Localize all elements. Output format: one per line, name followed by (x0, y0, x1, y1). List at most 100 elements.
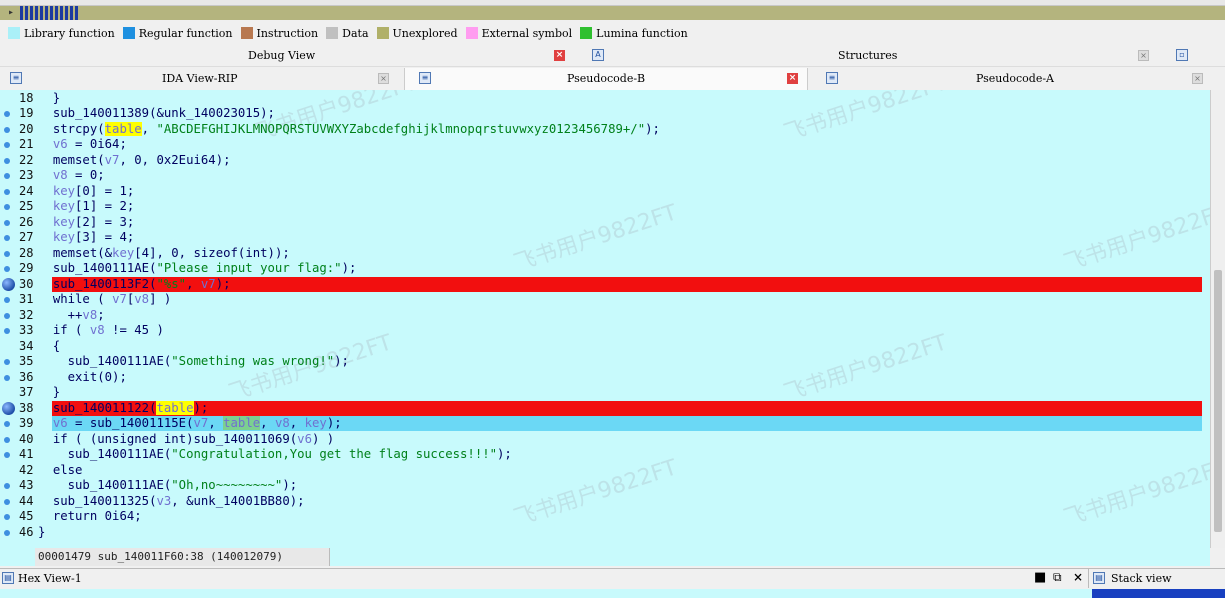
line-dot-icon[interactable] (4, 142, 10, 148)
line-dot-icon[interactable] (4, 173, 10, 179)
code-line[interactable]: 26 key[2] = 3; (0, 215, 1210, 230)
tab-pseudocode-b-active[interactable]: ≡ Pseudocode-B × (404, 68, 808, 90)
code-line[interactable]: 39 v6 = sub_14001115E(v7, table, v8, key… (0, 416, 1210, 432)
gutter[interactable]: 31 (0, 292, 36, 307)
gutter[interactable]: 21 (0, 137, 36, 152)
close-icon[interactable]: × (1192, 73, 1203, 84)
line-dot-icon[interactable] (4, 111, 10, 117)
tab-pseudocode-a[interactable]: Pseudocode-A (976, 72, 1054, 85)
code-line[interactable]: 36 exit(0); (0, 370, 1210, 385)
gutter[interactable]: 43 (0, 478, 36, 493)
line-dot-icon[interactable] (4, 436, 10, 443)
close-icon[interactable]: × (787, 73, 798, 84)
breakpoint-icon[interactable] (2, 401, 15, 415)
vertical-scrollbar[interactable] (1210, 90, 1225, 548)
code-line[interactable]: 23 v8 = 0; (0, 168, 1210, 183)
gutter[interactable]: 41 (0, 447, 36, 462)
gutter[interactable]: 23 (0, 168, 36, 183)
line-dot-icon[interactable] (4, 157, 10, 164)
scrollbar-thumb[interactable] (1214, 270, 1222, 532)
line-dot-icon[interactable] (4, 483, 10, 489)
gutter[interactable]: 24 (0, 184, 36, 199)
line-dot-icon[interactable] (4, 204, 10, 210)
maximize-icon[interactable]: ■ (1034, 570, 1046, 585)
code-line[interactable]: 46} (0, 525, 1210, 540)
line-dot-icon[interactable] (4, 235, 10, 241)
code-line[interactable]: 22 memset(v7, 0, 0x2Eui64); (0, 153, 1210, 168)
gutter[interactable]: 38 (0, 401, 36, 416)
close-icon[interactable]: × (378, 73, 389, 84)
close-icon[interactable]: × (1138, 50, 1149, 61)
line-dot-icon[interactable] (4, 514, 10, 520)
gutter[interactable]: 34 (0, 339, 36, 354)
code-line[interactable]: 18 } (0, 91, 1210, 106)
line-dot-icon[interactable] (4, 374, 10, 381)
gutter[interactable]: 25 (0, 199, 36, 214)
gutter[interactable]: 29 (0, 261, 36, 276)
line-dot-icon[interactable] (4, 126, 10, 133)
tab-debug-view[interactable]: Debug View (248, 49, 315, 62)
line-dot-icon[interactable] (4, 452, 10, 458)
line-dot-icon[interactable] (4, 359, 10, 365)
line-dot-icon[interactable] (4, 266, 10, 272)
line-dot-icon[interactable] (4, 328, 10, 334)
code-line[interactable]: 45 return 0i64; (0, 509, 1210, 524)
float-icon[interactable]: ⧉ (1053, 570, 1062, 585)
code-line[interactable]: 35 sub_1400111AE("Something was wrong!")… (0, 354, 1210, 369)
code-line[interactable]: 38 sub_140011122(table); (0, 400, 1210, 416)
gutter[interactable]: 36 (0, 370, 36, 385)
gutter[interactable]: 30 (0, 277, 36, 292)
code-line[interactable]: 24 key[0] = 1; (0, 184, 1210, 199)
line-dot-icon[interactable] (4, 312, 10, 319)
code-line[interactable]: 27 key[3] = 4; (0, 230, 1210, 245)
code-line[interactable]: 34 { (0, 339, 1210, 354)
line-dot-icon[interactable] (4, 188, 10, 195)
code-line[interactable]: 29 sub_1400111AE("Please input your flag… (0, 261, 1210, 276)
code-line[interactable]: 30 sub_1400113F2("%s", v7); (0, 276, 1210, 292)
code-line[interactable]: 33 if ( v8 != 45 ) (0, 323, 1210, 338)
restore-icon[interactable]: ▫ (1176, 49, 1188, 61)
tab-ida-view[interactable]: IDA View-RIP (162, 72, 238, 85)
code-line[interactable]: 28 memset(&key[4], 0, sizeof(int)); (0, 246, 1210, 261)
tab-stack-view[interactable]: Stack view (1111, 572, 1172, 585)
code-line[interactable]: 25 key[1] = 2; (0, 199, 1210, 214)
gutter[interactable]: 19 (0, 106, 36, 121)
code-line[interactable]: 32 ++v8; (0, 308, 1210, 323)
line-dot-icon[interactable] (4, 421, 10, 427)
code-line[interactable]: 21 v6 = 0i64; (0, 137, 1210, 152)
pseudocode-editor[interactable]: 飞书用户9822FT 飞书用户9822FT 飞书用户9822FT 飞书用户982… (0, 90, 1210, 548)
line-dot-icon[interactable] (4, 250, 10, 257)
line-dot-icon[interactable] (4, 498, 10, 505)
close-icon[interactable]: × (1073, 570, 1083, 584)
gutter[interactable]: 18 (0, 91, 36, 106)
gutter[interactable]: 33 (0, 323, 36, 338)
gutter[interactable]: 42 (0, 463, 36, 478)
gutter[interactable]: 45 (0, 509, 36, 524)
line-dot-icon[interactable] (4, 219, 10, 226)
code-line[interactable]: 42 else (0, 463, 1210, 478)
code-line[interactable]: 19 sub_140011389(&unk_140023015); (0, 106, 1210, 121)
navigation-band[interactable]: ▸ (0, 6, 1225, 20)
gutter[interactable]: 44 (0, 494, 36, 509)
code-line[interactable]: 40 if ( (unsigned int)sub_140011069(v6) … (0, 432, 1210, 447)
gutter[interactable]: 46 (0, 525, 36, 540)
gutter[interactable]: 39 (0, 416, 36, 431)
code-line[interactable]: 43 sub_1400111AE("Oh,no~~~~~~~~"); (0, 478, 1210, 493)
tab-structures[interactable]: Structures (838, 49, 897, 62)
gutter[interactable]: 26 (0, 215, 36, 230)
gutter[interactable]: 20 (0, 122, 36, 137)
gutter[interactable]: 27 (0, 230, 36, 245)
code-line[interactable]: 37 } (0, 385, 1210, 400)
gutter[interactable]: 40 (0, 432, 36, 447)
gutter[interactable]: 35 (0, 354, 36, 369)
gutter[interactable]: 22 (0, 153, 36, 168)
code-line[interactable]: 31 while ( v7[v8] ) (0, 292, 1210, 307)
gutter[interactable]: 32 (0, 308, 36, 323)
gutter[interactable]: 37 (0, 385, 36, 400)
gutter[interactable]: 28 (0, 246, 36, 261)
tab-hex-view[interactable]: Hex View-1 (18, 572, 82, 585)
line-dot-icon[interactable] (4, 529, 10, 536)
breakpoint-icon[interactable] (2, 277, 15, 291)
line-dot-icon[interactable] (4, 297, 10, 303)
code-line[interactable]: 41 sub_1400111AE("Congratulation,You get… (0, 447, 1210, 462)
